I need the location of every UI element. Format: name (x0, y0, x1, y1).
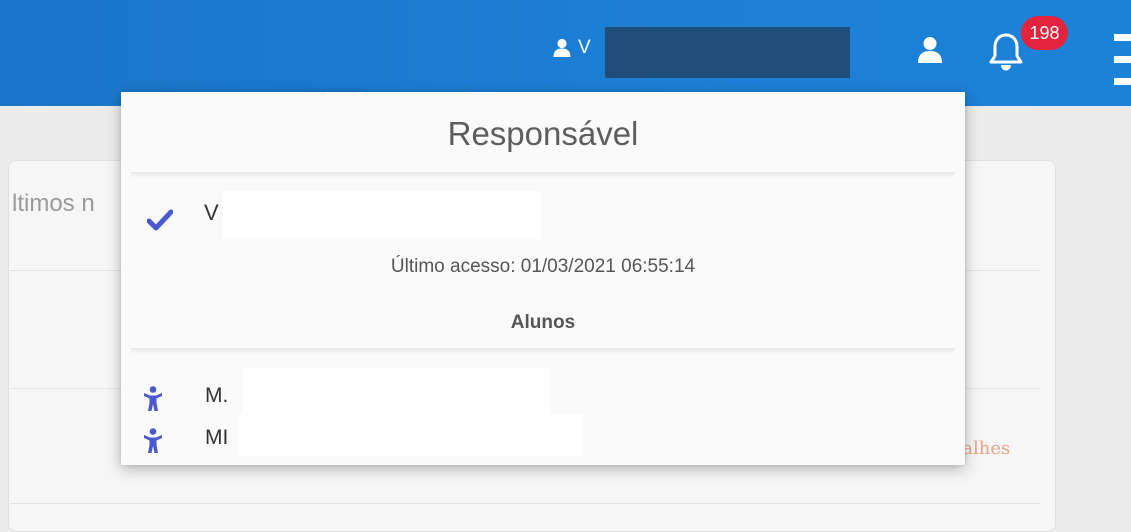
user-dropdown-panel: Responsável V Último acesso: 01/03/2021 … (121, 92, 965, 465)
redacted-user-name (605, 27, 850, 78)
profile-button[interactable] (915, 32, 945, 68)
top-navbar: V 198 (0, 0, 1131, 106)
hamburger-menu-button[interactable] (1114, 34, 1131, 88)
notifications-button[interactable] (986, 28, 1026, 74)
user-icon (553, 38, 571, 57)
child-icon (144, 386, 162, 411)
child-icon (144, 428, 162, 453)
dropdown-title: Responsável (121, 92, 965, 172)
check-icon (147, 209, 173, 231)
redacted-name (238, 414, 583, 456)
recent-section-heading: ltimos n (12, 190, 95, 217)
menu-bar (1114, 78, 1131, 85)
profile-icon (918, 37, 942, 63)
current-user-item-name: V (204, 200, 219, 225)
current-user-menu[interactable]: V (552, 36, 591, 60)
bell-icon (989, 33, 1023, 71)
students-section-label: Alunos (510, 312, 576, 333)
notifications-count-badge: 198 (1021, 16, 1068, 50)
current-user-name: V (578, 37, 591, 58)
last-access-text: Último acesso: 01/03/2021 06:55:14 (390, 256, 696, 277)
redacted-name (243, 368, 550, 414)
menu-bar (1114, 34, 1131, 41)
student-name: M. (205, 384, 229, 407)
divider (10, 503, 1040, 504)
divider (131, 348, 955, 354)
divider (131, 172, 955, 178)
redacted-name (223, 191, 541, 239)
menu-bar (1114, 56, 1131, 63)
student-name: MI (205, 426, 229, 449)
